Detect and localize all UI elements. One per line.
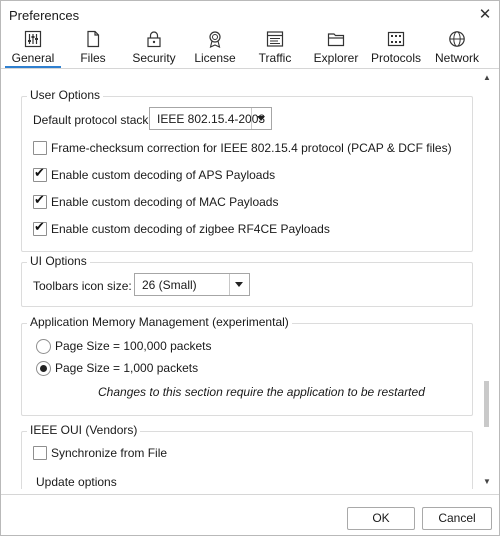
page-size-1000-radio[interactable] — [36, 361, 51, 376]
tab-label: License — [194, 51, 236, 65]
tab-label: Security — [132, 51, 176, 65]
award-ribbon-icon — [209, 31, 221, 48]
tab-files[interactable]: Files — [67, 28, 119, 68]
sliders-icon — [24, 30, 42, 48]
ui-options-group: UI Options Toolbars icon size: 26 (Small… — [21, 254, 473, 307]
tab-traffic[interactable]: Traffic — [247, 28, 303, 68]
tab-network[interactable]: Network — [429, 28, 485, 68]
ieee-oui-group: IEEE OUI (Vendors) Synchronize from File… — [21, 423, 473, 489]
mac-decoding-checkbox[interactable] — [33, 193, 47, 209]
settings-scroll-area[interactable]: User Options Default protocol stack: IEE… — [1, 69, 499, 489]
dialog-title: Preferences — [9, 8, 80, 23]
tab-label: Protocols — [370, 51, 422, 65]
cancel-button[interactable]: Cancel — [422, 507, 492, 530]
frame-checksum-checkbox[interactable] — [33, 141, 47, 155]
page-size-100000-radio[interactable] — [36, 339, 51, 354]
user-options-title: User Options — [27, 88, 104, 102]
memory-management-title: Application Memory Management (experimen… — [27, 315, 292, 329]
protocol-stack-dropdown[interactable]: IEEE 802.15.4-2003 — [149, 107, 272, 130]
chevron-down-icon — [235, 282, 243, 287]
scroll-down-arrow-icon[interactable]: ▼ — [483, 477, 491, 486]
close-icon[interactable]: ✕ — [475, 5, 495, 25]
title-bar: Preferences ✕ — [1, 1, 499, 29]
scrollbar-thumb[interactable] — [484, 381, 489, 427]
tab-security[interactable]: Security — [125, 28, 183, 68]
synchronize-label: Synchronize from File — [51, 446, 168, 460]
update-options-label: Update options — [36, 475, 117, 489]
synchronize-checkbox[interactable] — [33, 446, 47, 460]
tab-label: Traffic — [258, 51, 292, 65]
globe-icon — [449, 31, 465, 47]
footer-divider — [1, 494, 499, 495]
tab-label: Explorer — [313, 51, 359, 65]
ui-options-title: UI Options — [27, 254, 90, 268]
ok-button[interactable]: OK — [347, 507, 415, 530]
frame-checksum-label: Frame-checksum correction for IEEE 802.1… — [51, 141, 452, 155]
memory-management-group: Application Memory Management (experimen… — [21, 315, 473, 416]
vertical-scrollbar[interactable]: ▲ ▼ — [479, 73, 495, 489]
tab-bar: General Files Security License Traffic E… — [1, 28, 499, 68]
tab-explorer[interactable]: Explorer — [309, 28, 363, 68]
tab-label: Files — [80, 51, 106, 65]
rf4ce-decoding-checkbox[interactable] — [33, 220, 47, 236]
circuit-board-icon — [387, 31, 405, 47]
tab-label: Network — [434, 51, 479, 65]
preferences-dialog: Preferences ✕ General Files Security Lic… — [0, 0, 500, 536]
protocol-stack-value: IEEE 802.15.4-2003 — [157, 112, 266, 126]
page-size-1000-label: Page Size = 1,000 packets — [55, 361, 199, 375]
file-icon — [87, 30, 100, 48]
ieee-oui-title: IEEE OUI (Vendors) — [27, 423, 141, 437]
rf4ce-decoding-label: Enable custom decoding of zigbee RF4CE P… — [51, 222, 330, 236]
mac-decoding-label: Enable custom decoding of MAC Payloads — [51, 195, 279, 209]
icon-size-dropdown[interactable]: 26 (Small) — [134, 273, 250, 296]
tab-protocols[interactable]: Protocols — [367, 28, 425, 68]
tab-label: General — [11, 51, 55, 65]
chevron-down-icon — [257, 116, 265, 121]
tab-general[interactable]: General — [5, 28, 61, 68]
traffic-window-icon — [266, 31, 284, 47]
icon-size-label: Toolbars icon size: — [33, 279, 132, 293]
restart-note: Changes to this section require the appl… — [98, 385, 425, 399]
page-size-100000-label: Page Size = 100,000 packets — [55, 339, 212, 353]
aps-decoding-checkbox[interactable] — [33, 166, 47, 182]
user-options-group: User Options Default protocol stack: IEE… — [21, 88, 473, 252]
folder-icon — [327, 33, 345, 47]
aps-decoding-label: Enable custom decoding of APS Payloads — [51, 168, 276, 182]
lock-icon — [147, 31, 161, 48]
protocol-stack-label: Default protocol stack: — [33, 113, 152, 127]
icon-size-value: 26 (Small) — [142, 278, 197, 292]
tab-license[interactable]: License — [187, 28, 243, 68]
scroll-up-arrow-icon[interactable]: ▲ — [483, 73, 491, 82]
